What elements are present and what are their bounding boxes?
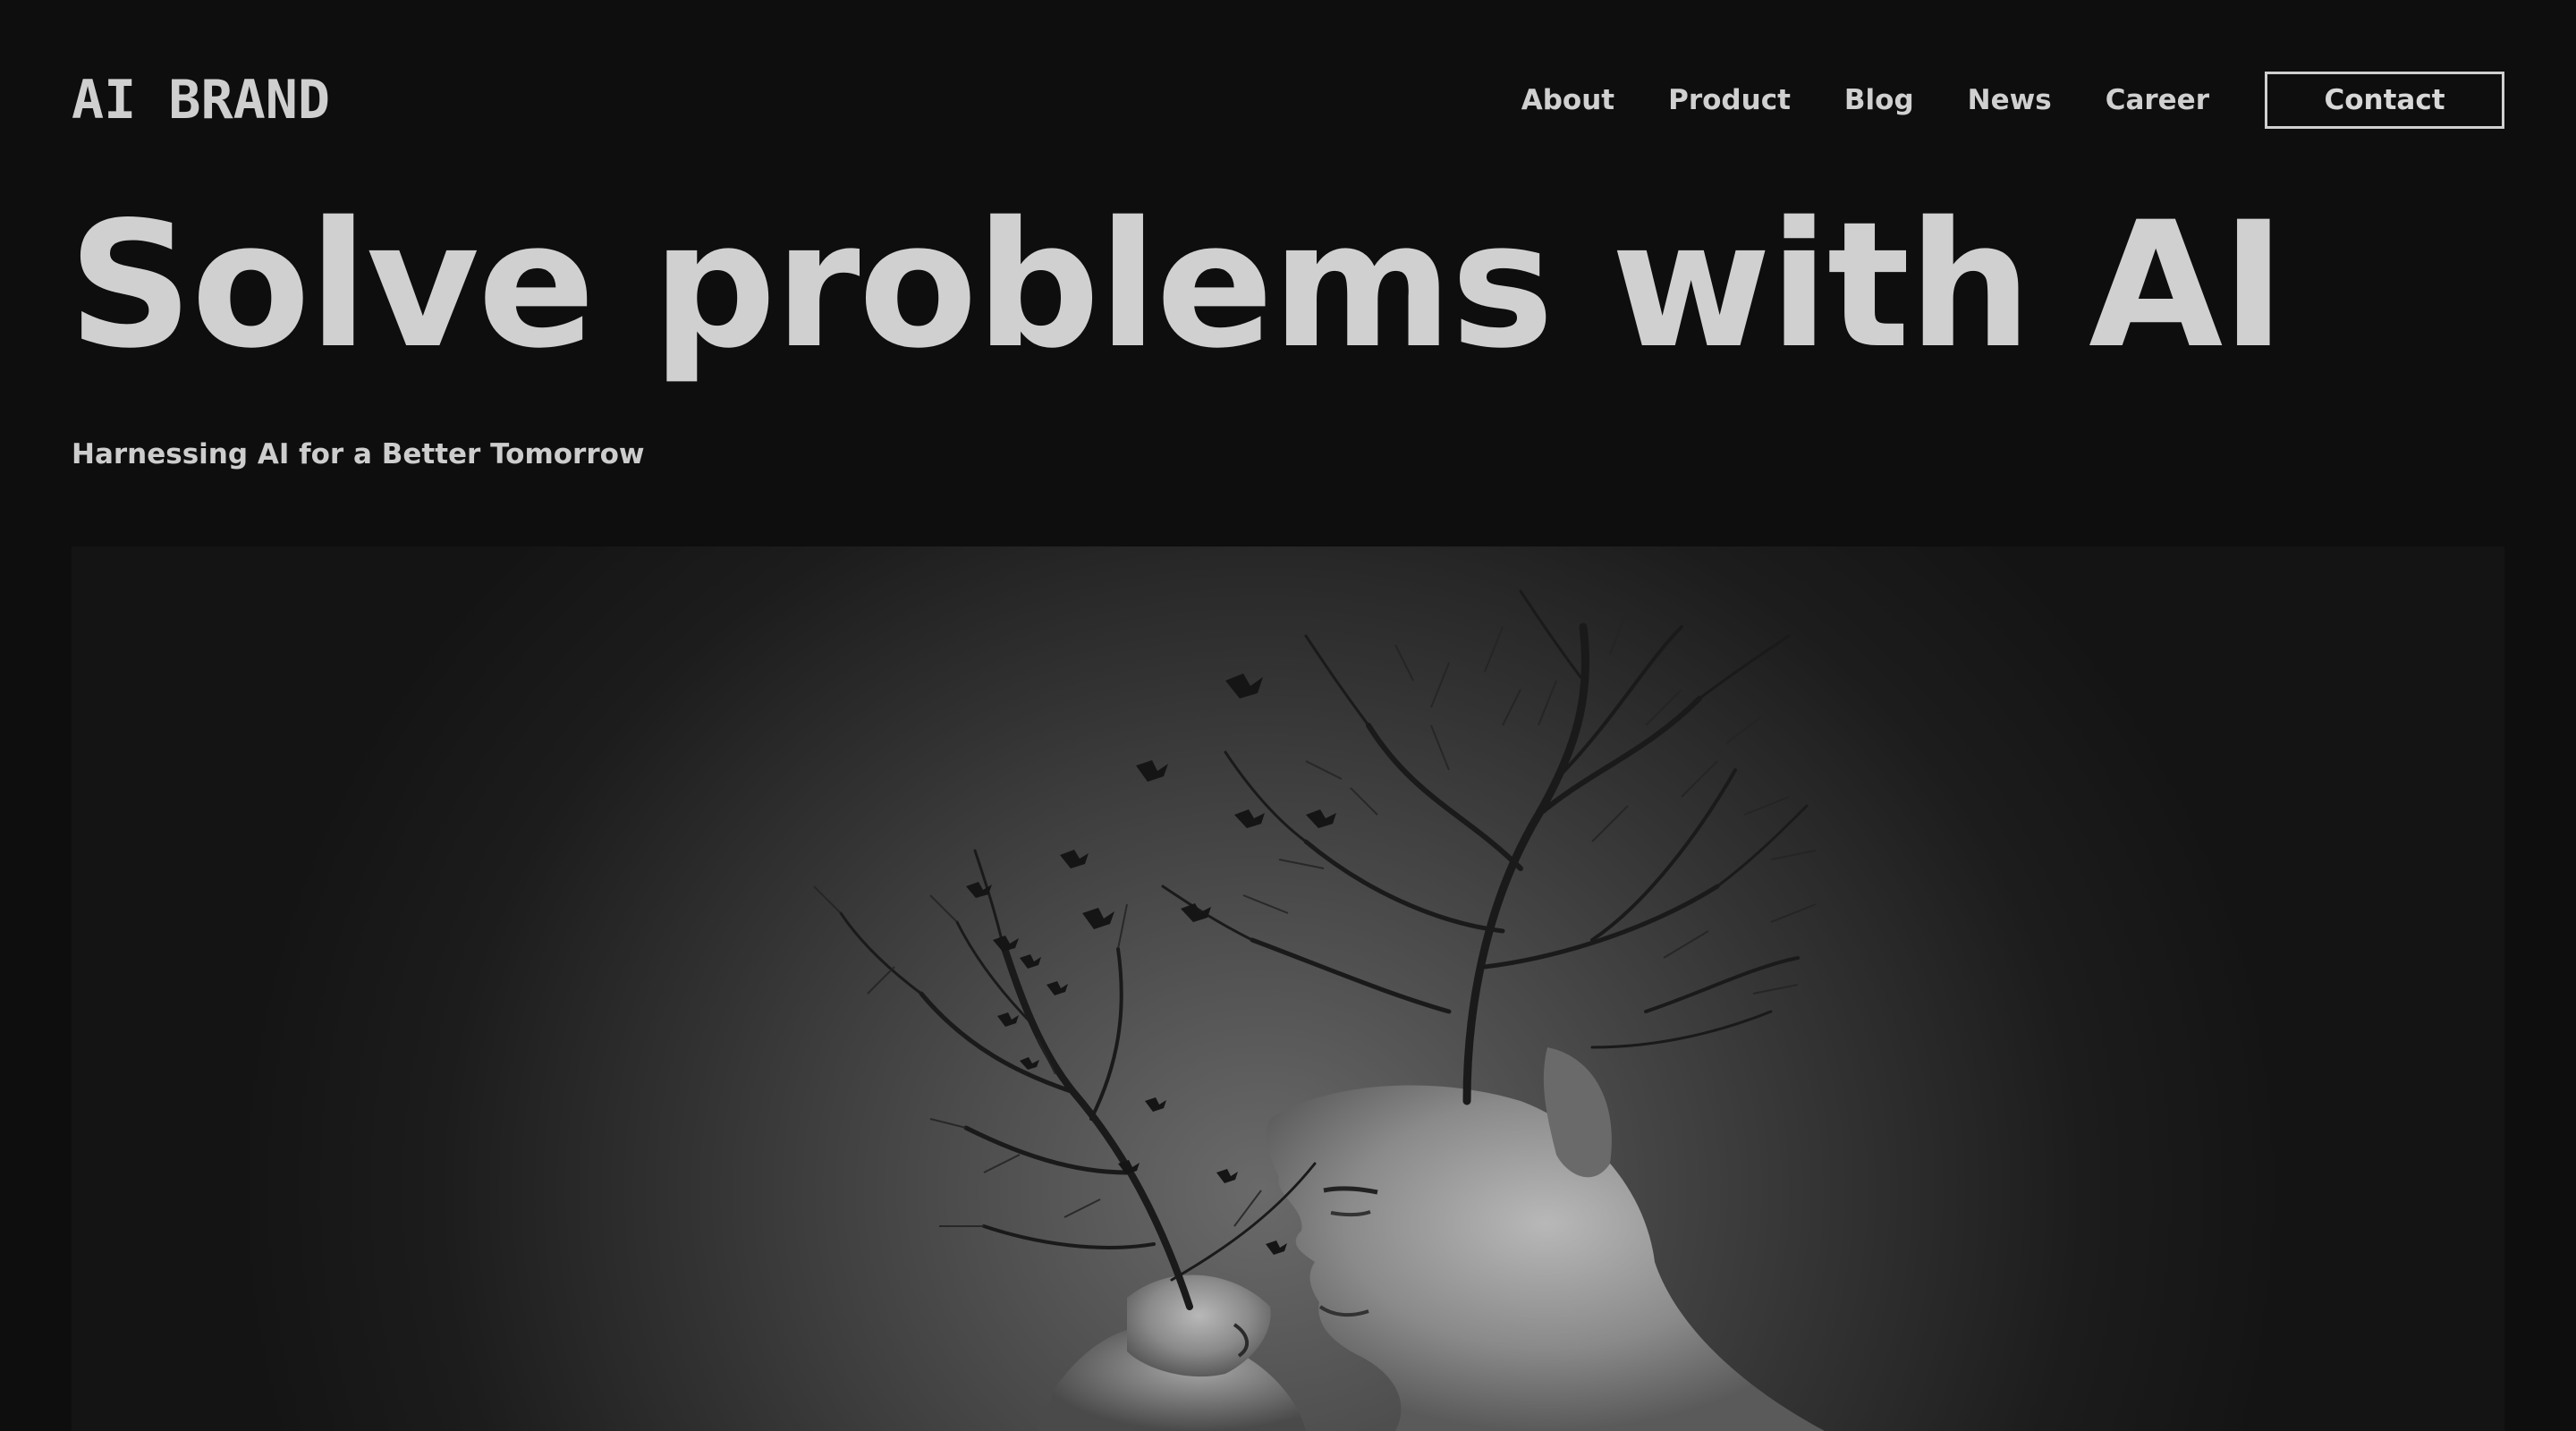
left-tree-branches [839,849,1317,1310]
nav-link-product[interactable]: Product [1668,84,1791,116]
right-figure [1266,1047,1825,1431]
right-tree-branches [1161,589,1809,1105]
nav-link-career[interactable]: Career [2106,84,2209,116]
right-tree-twigs [1242,608,1817,995]
brand-logo[interactable]: AI BRAND [72,69,330,131]
hero-subtitle: Harnessing AI for a Better Tomorrow [72,438,645,470]
hero-title: Solve problems with AI [68,184,2285,386]
nav-link-about[interactable]: About [1521,84,1614,116]
left-figure [1038,1274,1306,1431]
contact-button[interactable]: Contact [2265,72,2504,129]
landing-page: AI BRAND About Product Blog News Career … [0,0,2576,1431]
left-tree-twigs [813,885,1262,1227]
hero-image [72,546,2504,1431]
hero-illustration [813,589,1825,1431]
nav-link-news[interactable]: News [1968,84,2052,116]
nav-link-blog[interactable]: Blog [1844,84,1914,116]
main-nav: About Product Blog News Career Contact [1521,72,2504,129]
site-header: AI BRAND About Product Blog News Career … [72,64,2504,136]
